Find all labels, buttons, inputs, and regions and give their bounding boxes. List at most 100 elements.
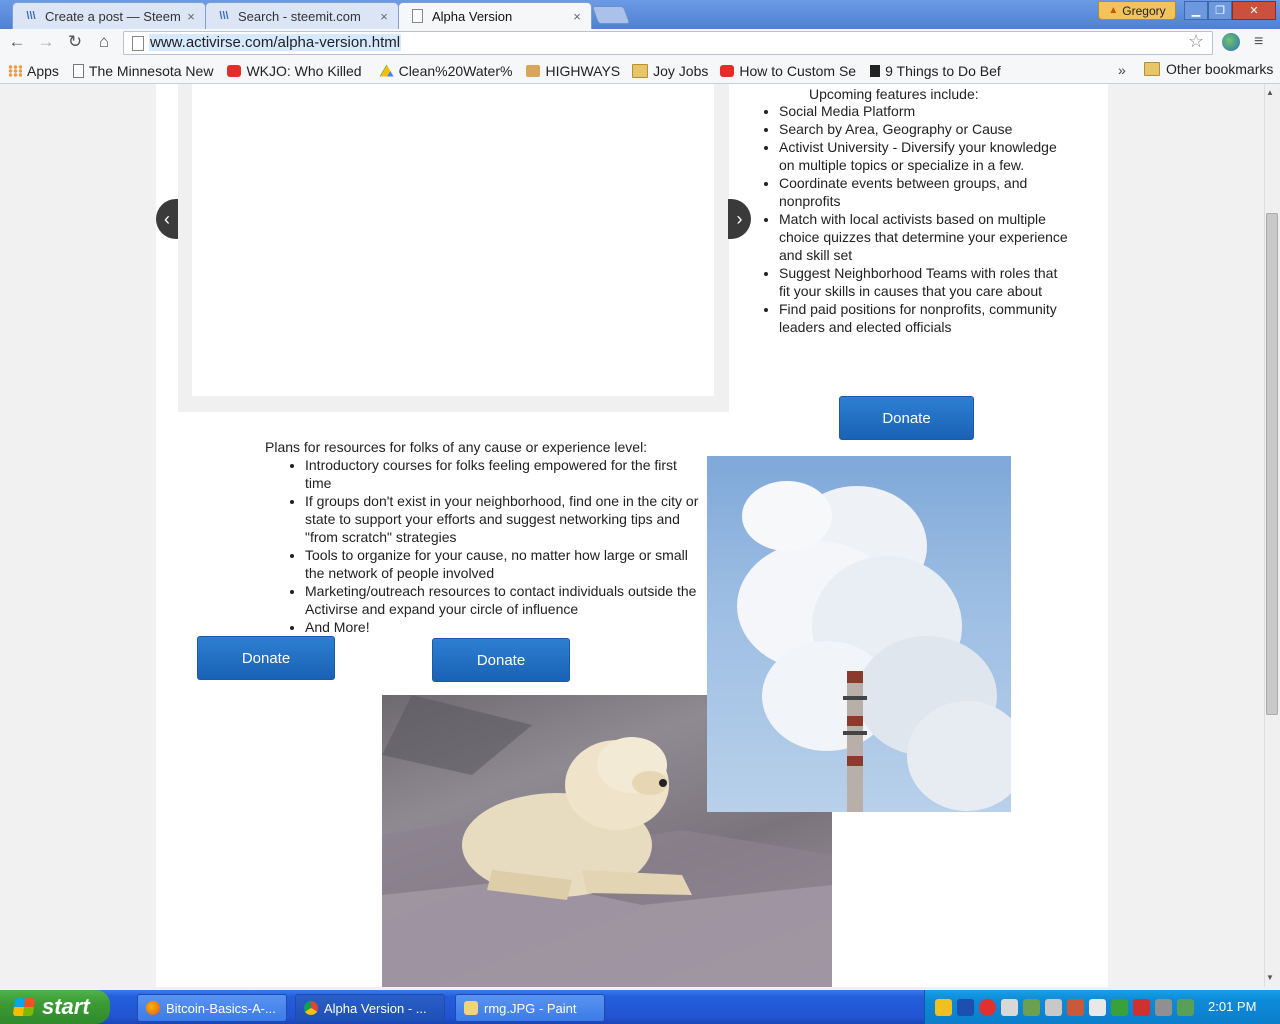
instructables-icon xyxy=(870,64,881,77)
close-tab-icon[interactable]: × xyxy=(376,9,392,24)
bookmark-label: 9 Things to Do Bef xyxy=(885,62,1001,79)
youtube-icon xyxy=(720,64,735,77)
tab-alpha-version[interactable]: Alpha Version × xyxy=(398,2,592,29)
list-item: Activist University - Diversify your kno… xyxy=(779,138,1069,174)
donate-button[interactable]: Donate xyxy=(197,636,335,680)
apps-icon xyxy=(8,64,22,77)
resources-list: Introductory courses for folks feeling e… xyxy=(287,456,705,636)
list-item: Tools to organize for your cause, no mat… xyxy=(305,546,705,582)
list-item: Coordinate events between groups, and no… xyxy=(779,174,1069,210)
task-label: Bitcoin-Basics-A-... xyxy=(166,1000,276,1016)
taskbar-item-firefox[interactable]: Bitcoin-Basics-A-... xyxy=(137,994,287,1022)
forward-button[interactable]: → xyxy=(35,31,57,53)
printer-icon[interactable] xyxy=(1155,998,1172,1016)
tab-create-post[interactable]: \\\ Create a post — Steem × xyxy=(12,2,206,29)
bookmark-highways[interactable]: HIGHWAYS xyxy=(526,63,620,79)
bookmarks-overflow-button[interactable]: » xyxy=(1118,62,1126,78)
bookmark-star-icon[interactable]: ☆ xyxy=(1188,31,1204,52)
list-item: Suggest Neighborhood Teams with roles th… xyxy=(779,264,1069,300)
taskbar-item-chrome[interactable]: Alpha Version - ... xyxy=(295,994,445,1022)
bookmark-clean-water[interactable]: Clean%20Water% xyxy=(379,62,513,79)
features-heading: Upcoming features include: xyxy=(809,86,979,102)
donate-button[interactable]: Donate xyxy=(432,638,570,682)
security-shield-icon[interactable] xyxy=(935,998,952,1016)
new-tab-button[interactable] xyxy=(591,6,631,24)
close-tab-icon[interactable]: × xyxy=(569,9,585,24)
page-icon xyxy=(412,9,423,23)
page-icon xyxy=(72,63,84,78)
extension-globe-icon[interactable] xyxy=(1222,33,1240,51)
bookmark-how-to-custom[interactable]: How to Custom Se xyxy=(720,63,856,79)
steem-icon: \\\ xyxy=(219,10,229,22)
profile-name: Gregory xyxy=(1122,3,1166,18)
close-tab-icon[interactable]: × xyxy=(183,9,199,24)
other-bookmarks[interactable]: Other bookmarks xyxy=(1144,61,1273,77)
bookmark-9-things[interactable]: 9 Things to Do Bef xyxy=(870,63,1001,79)
start-label: start xyxy=(42,994,90,1019)
windows-logo-icon xyxy=(12,998,36,1016)
taskbar-item-paint[interactable]: rmg.JPG - Paint xyxy=(455,994,605,1022)
wireless-icon[interactable] xyxy=(1111,998,1128,1016)
close-window-button[interactable]: ✕ xyxy=(1232,1,1276,20)
bookmark-label: Apps xyxy=(27,62,59,79)
steem-icon: \\\ xyxy=(26,10,36,22)
bookmark-label: HIGHWAYS xyxy=(545,62,621,79)
tab-label: Search - steemit.com xyxy=(238,8,361,24)
folder-icon xyxy=(632,63,649,78)
upload-icon[interactable] xyxy=(1045,998,1062,1016)
list-item: Match with local activists based on mult… xyxy=(779,210,1069,264)
scroll-down-arrow[interactable]: ▼ xyxy=(1266,973,1274,982)
resources-heading: Plans for resources for folks of any cau… xyxy=(265,439,648,455)
network-icon[interactable] xyxy=(1001,998,1018,1016)
bookmark-wkjo[interactable]: WKJO: Who Killed xyxy=(227,62,362,79)
volume-icon[interactable] xyxy=(1089,998,1106,1016)
list-item: Introductory courses for folks feeling e… xyxy=(305,456,705,492)
malwarebytes-icon[interactable] xyxy=(957,998,974,1016)
tab-search-steemit[interactable]: \\\ Search - steemit.com × xyxy=(205,2,399,29)
highways-icon xyxy=(526,64,541,77)
tab-label: Alpha Version xyxy=(432,8,513,24)
features-list: Social Media Platform Search by Area, Ge… xyxy=(761,102,1069,336)
bookmark-label: How to Custom Se xyxy=(739,62,857,79)
warning-icon: ▲ xyxy=(1108,5,1119,16)
list-item: Marketing/outreach resources to contact … xyxy=(305,582,705,618)
disconnected-icon[interactable] xyxy=(1133,998,1150,1016)
recycle-icon[interactable] xyxy=(1177,998,1194,1016)
home-button[interactable]: ⌂ xyxy=(93,31,115,53)
scrollbar-thumb[interactable] xyxy=(1266,213,1278,715)
scroll-up-arrow[interactable]: ▲ xyxy=(1266,88,1274,97)
other-bookmarks-label: Other bookmarks xyxy=(1166,61,1274,77)
bookmark-label: Clean%20Water% xyxy=(398,62,513,79)
list-item: Search by Area, Geography or Cause xyxy=(779,120,1069,138)
chart-icon[interactable] xyxy=(1067,998,1084,1016)
back-button[interactable]: ← xyxy=(6,31,28,53)
list-item: Social Media Platform xyxy=(779,102,1069,120)
profile-button[interactable]: ▲ Gregory xyxy=(1098,1,1176,20)
address-bar[interactable]: www.activirse.com/alpha-version.html xyxy=(123,31,1213,55)
reload-button[interactable]: ↻ xyxy=(64,31,86,53)
minimize-button[interactable]: ▁ xyxy=(1184,1,1208,20)
bookmark-label: WKJO: Who Killed xyxy=(246,62,362,79)
bookmark-minnesota[interactable]: The Minnesota New xyxy=(72,62,214,79)
bookmark-apps[interactable]: Apps xyxy=(8,63,59,79)
bookmark-label: The Minnesota New xyxy=(88,62,214,79)
url-text[interactable]: www.activirse.com/alpha-version.html xyxy=(149,34,402,51)
donate-button[interactable]: Donate xyxy=(839,396,974,440)
start-button[interactable]: start xyxy=(0,990,110,1024)
page-viewport: ‹ › Upcoming features include: Social Me… xyxy=(0,84,1264,987)
chrome-menu-icon[interactable]: ≡ xyxy=(1254,33,1263,51)
page-icon xyxy=(132,36,144,51)
restore-button[interactable]: ❐ xyxy=(1208,1,1232,20)
users-icon[interactable] xyxy=(1023,998,1040,1016)
chrome-icon xyxy=(304,1001,318,1015)
firefox-icon xyxy=(146,1001,160,1015)
drive-icon xyxy=(379,64,394,77)
tab-label: Create a post — Steem xyxy=(45,8,181,24)
task-label: Alpha Version - ... xyxy=(324,1000,427,1016)
slider-image-area xyxy=(192,84,714,396)
sync-icon[interactable] xyxy=(979,998,996,1016)
folder-icon xyxy=(1144,62,1160,76)
bookmark-joy-jobs[interactable]: Joy Jobs xyxy=(632,63,708,79)
paint-icon xyxy=(464,1001,478,1015)
youtube-icon xyxy=(227,64,242,77)
